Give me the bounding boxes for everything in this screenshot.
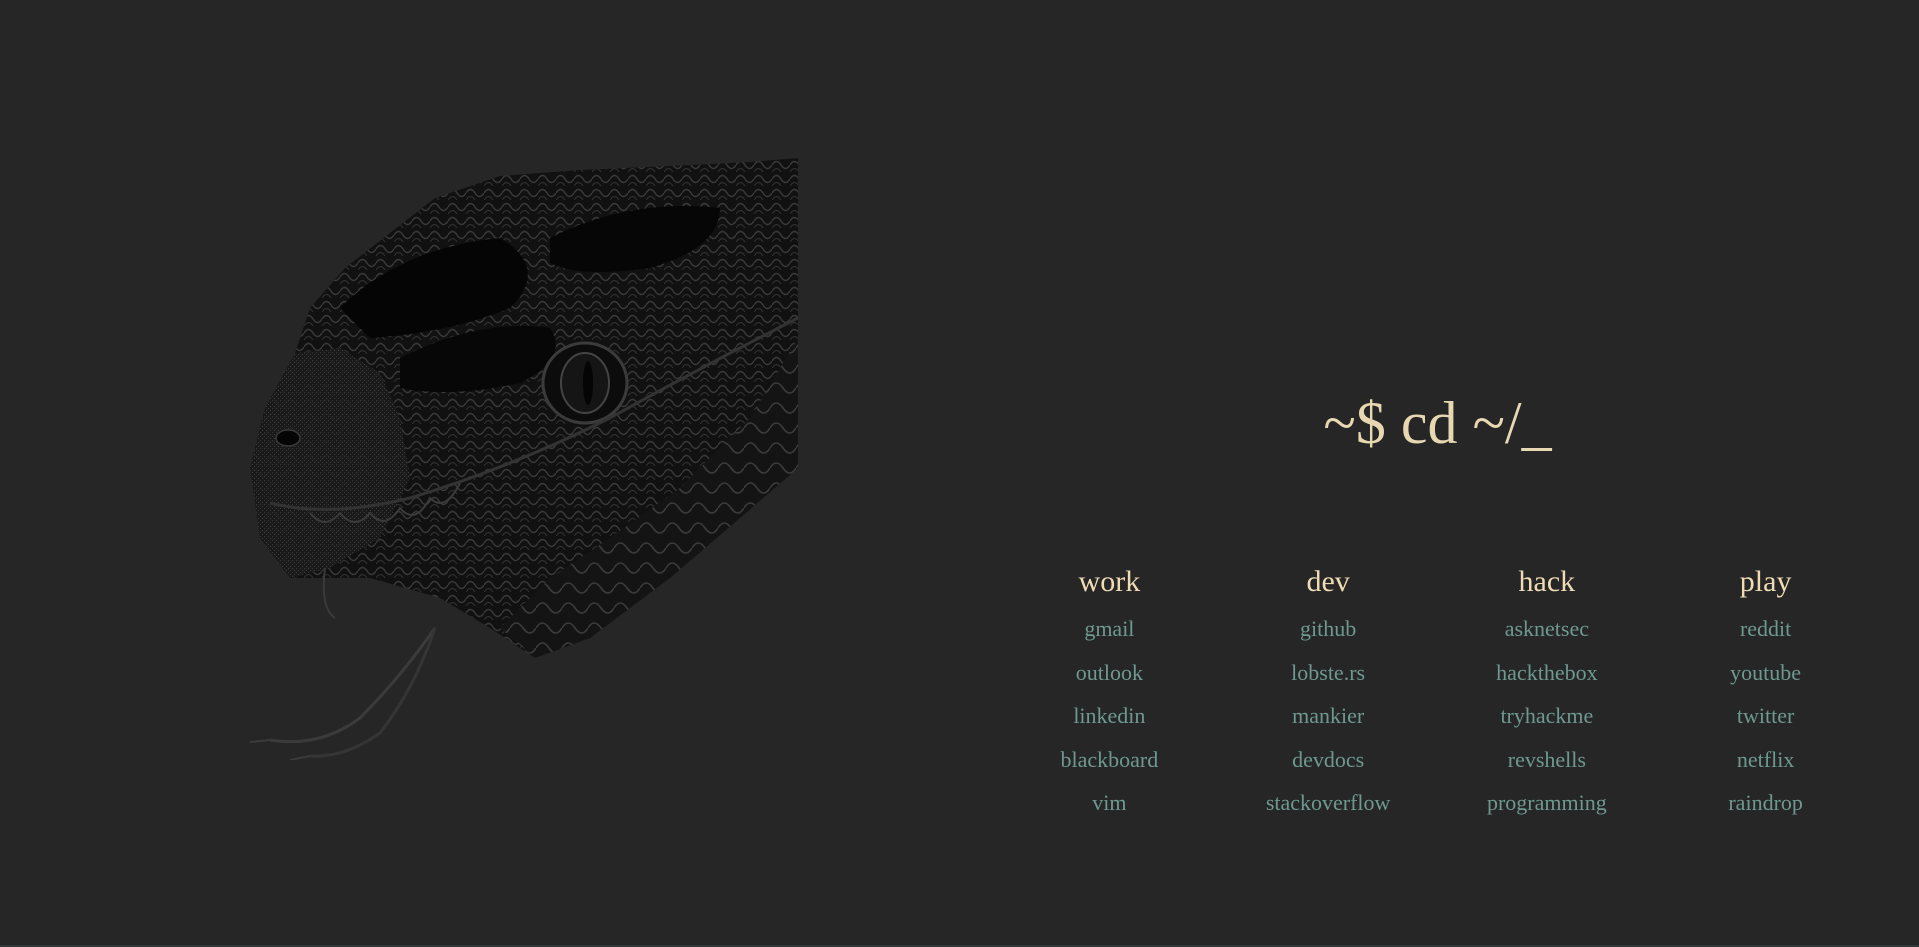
column-hack: hack asknetsec hackthebox tryhackme revs… — [1438, 560, 1657, 825]
column-title: dev — [1306, 565, 1350, 598]
link-lobsters[interactable]: lobste.rs — [1219, 651, 1438, 695]
link-blackboard[interactable]: blackboard — [1000, 738, 1219, 782]
link-linkedin[interactable]: linkedin — [1000, 694, 1219, 738]
link-twitter[interactable]: twitter — [1656, 694, 1875, 738]
link-netflix[interactable]: netflix — [1656, 738, 1875, 782]
link-outlook[interactable]: outlook — [1000, 651, 1219, 695]
link-columns: work gmail outlook linkedin blackboard v… — [1000, 560, 1875, 825]
startpage: ~$ cd ~/_ work gmail outlook linkedin bl… — [0, 0, 1919, 947]
terminal-prompt-title: ~$ cd ~/_ — [1323, 390, 1552, 456]
link-raindrop[interactable]: raindrop — [1656, 781, 1875, 825]
link-programming[interactable]: programming — [1438, 781, 1657, 825]
column-dev: dev github lobste.rs mankier devdocs sta… — [1219, 560, 1438, 825]
link-stackoverflow[interactable]: stackoverflow — [1219, 781, 1438, 825]
link-youtube[interactable]: youtube — [1656, 651, 1875, 695]
column-work: work gmail outlook linkedin blackboard v… — [1000, 560, 1219, 825]
link-gmail[interactable]: gmail — [1000, 607, 1219, 651]
link-asknetsec[interactable]: asknetsec — [1438, 607, 1657, 651]
link-devdocs[interactable]: devdocs — [1219, 738, 1438, 782]
column-play: play reddit youtube twitter netflix rain… — [1656, 560, 1875, 825]
column-title: play — [1739, 565, 1792, 598]
link-revshells[interactable]: revshells — [1438, 738, 1657, 782]
column-title: hack — [1518, 565, 1576, 598]
snake-head-illustration — [250, 158, 798, 760]
link-mankier[interactable]: mankier — [1219, 694, 1438, 738]
link-reddit[interactable]: reddit — [1656, 607, 1875, 651]
link-github[interactable]: github — [1219, 607, 1438, 651]
link-tryhackme[interactable]: tryhackme — [1438, 694, 1657, 738]
link-vim[interactable]: vim — [1000, 781, 1219, 825]
link-hackthebox[interactable]: hackthebox — [1438, 651, 1657, 695]
column-title: work — [1078, 565, 1141, 598]
